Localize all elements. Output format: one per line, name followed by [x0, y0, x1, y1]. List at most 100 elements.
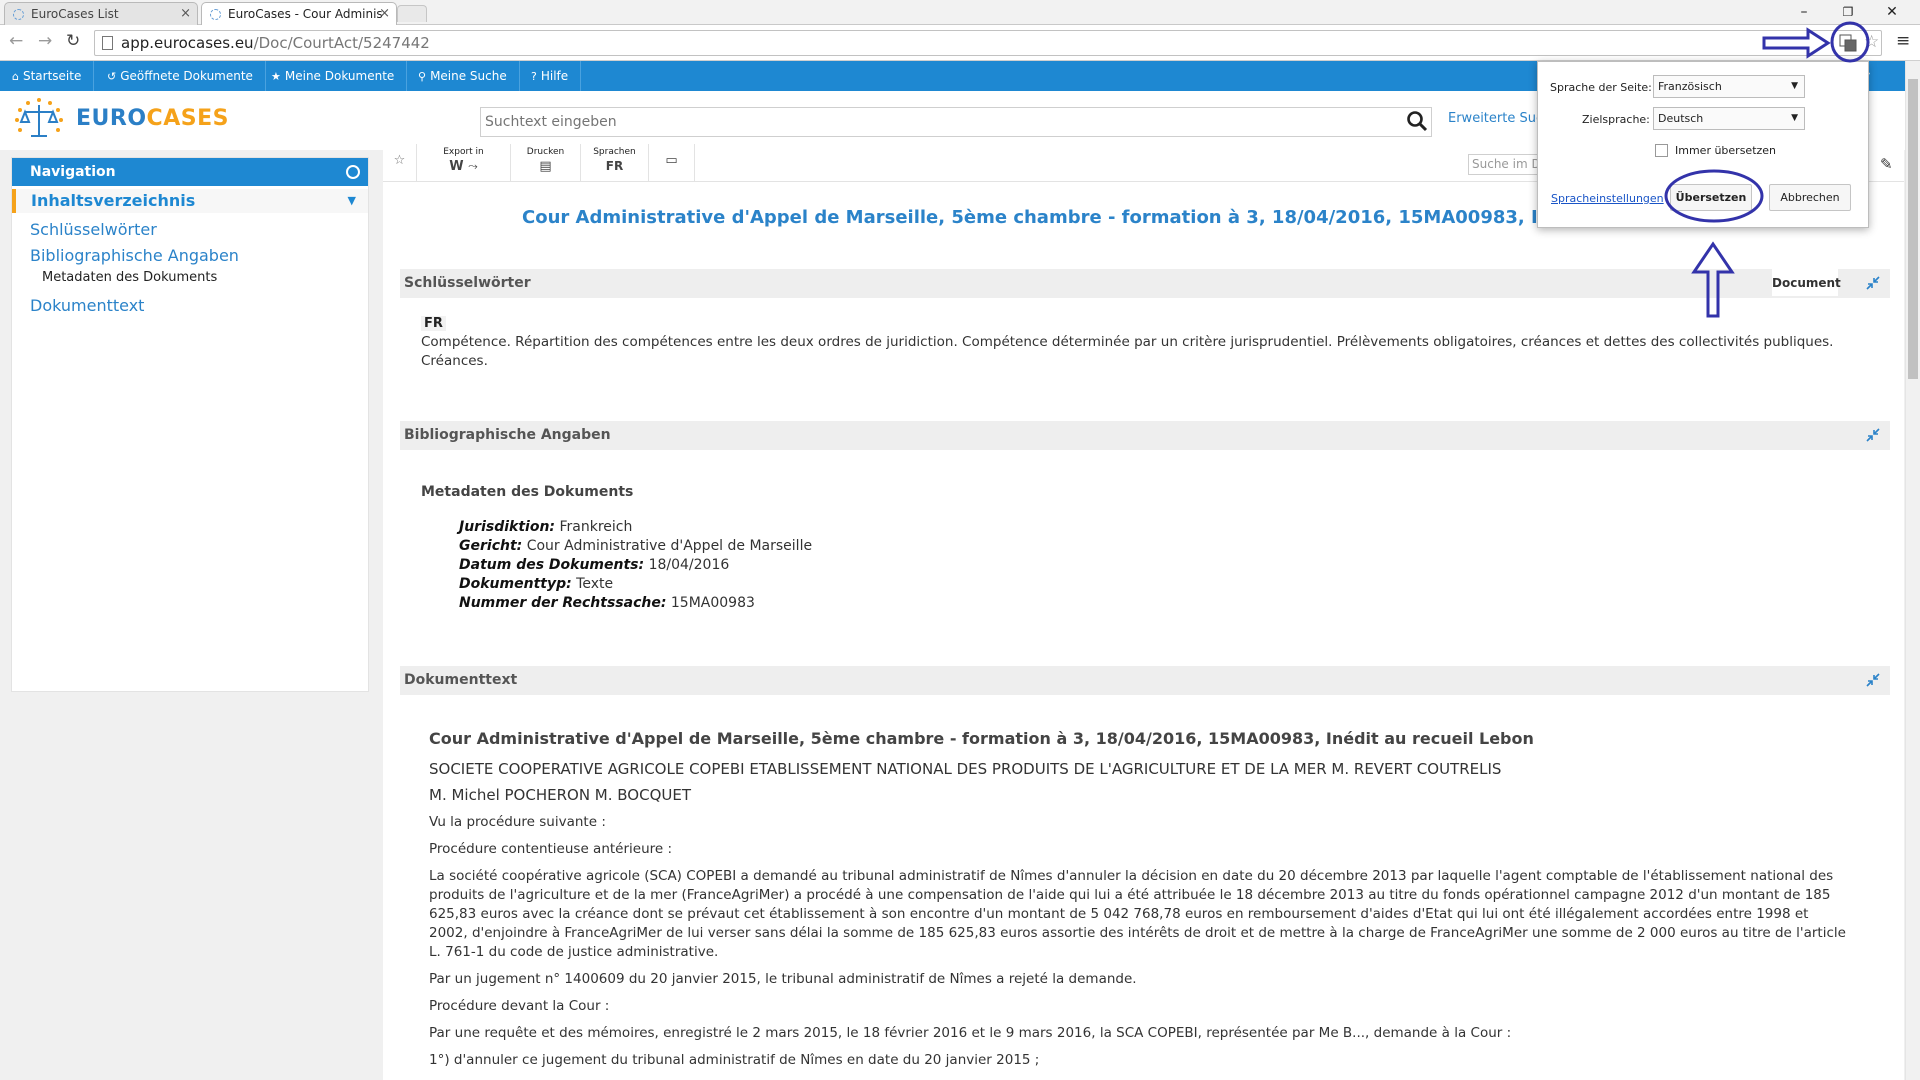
paragraph: Par un jugement n° 1400609 du 20 janvier… — [429, 971, 1137, 987]
languages-label: Sprachen — [593, 147, 636, 157]
reload-icon[interactable]: ↻ — [66, 31, 80, 51]
tab-title: EuroCases - Cour Adminis — [228, 7, 383, 21]
collapse-icon[interactable] — [1866, 428, 1880, 442]
translate-button[interactable]: Übersetzen — [1670, 184, 1752, 211]
keywords-body: FR Compétence. Répartition des compétenc… — [421, 316, 1901, 371]
favicon-icon — [13, 9, 24, 20]
tab-title: EuroCases List — [31, 7, 119, 21]
nav-open-documents[interactable]: ↺ Geöffnete Dokumente — [95, 61, 266, 91]
find-in-document-input[interactable]: Suche im Dokument — [1468, 154, 1540, 175]
translate-icon[interactable] — [1839, 34, 1857, 52]
meta-row-type: Dokumenttyp: Texte — [459, 576, 614, 592]
export-button[interactable]: Export in W ⤳ — [417, 144, 511, 182]
metadata-list: Jurisdiktion: Frankreich Gericht: Cour A… — [459, 518, 812, 613]
back-icon[interactable]: ← — [9, 31, 23, 51]
star-outline-icon: ☆ — [393, 153, 406, 168]
paragraph: 1°) d'annuler ce jugement du tribunal ad… — [429, 1052, 1040, 1068]
collapse-icon[interactable] — [1866, 276, 1880, 290]
nav-help[interactable]: ? Hilfe — [519, 61, 582, 91]
always-translate-label: Immer übersetzen — [1675, 144, 1777, 157]
scales-logo-icon — [15, 98, 63, 137]
minimize-icon[interactable]: – — [1784, 0, 1824, 24]
document-text-title: Cour Administrative d'Appel de Marseille… — [429, 729, 1534, 748]
scrollbar-thumb[interactable] — [1908, 79, 1918, 379]
nav-home[interactable]: ⌂ Startseite — [0, 61, 95, 91]
table-of-contents-toggle[interactable]: Inhaltsverzeichnis ▼ — [12, 189, 368, 213]
page-icon — [102, 36, 113, 50]
forward-icon[interactable]: → — [38, 31, 52, 51]
document-parties: SOCIETE COOPERATIVE AGRICOLE COPEBI ETAB… — [429, 760, 1502, 778]
document-text-body: Cour Administrative d'Appel de Marseille… — [429, 727, 1869, 1070]
search-input[interactable] — [481, 108, 1431, 136]
print-label: Drucken — [526, 147, 565, 157]
print-button[interactable]: Drucken ▤ — [511, 144, 581, 182]
home-icon: ⌂ — [12, 70, 19, 83]
document-judges: M. Michel POCHERON M. BOCQUET — [429, 786, 692, 804]
paragraph: Par une requête et des mémoires, enregis… — [429, 1025, 1512, 1041]
meta-row-court: Gericht: Cour Administrative d'Appel de … — [459, 538, 813, 554]
section-header-bibliography: Bibliographische Angaben — [400, 421, 1890, 450]
sidebar-item-bibliography[interactable]: Bibliographische Angaben — [30, 246, 239, 265]
navigation-sidebar: Navigation Inhaltsverzeichnis ▼ Schlüsse… — [11, 157, 369, 692]
close-icon[interactable]: × — [180, 3, 191, 25]
window-close-icon[interactable]: ✕ — [1872, 0, 1912, 24]
sidebar-item-document-text[interactable]: Dokumenttext — [30, 296, 144, 315]
favicon-icon — [210, 9, 221, 20]
collapse-sidebar-icon[interactable] — [346, 165, 360, 179]
document-view-button[interactable]: ▭ — [649, 144, 695, 182]
nav-my-search[interactable]: ⚲ Meine Suche — [406, 61, 520, 91]
favorite-button[interactable]: ☆ — [383, 144, 417, 182]
url-bar[interactable]: app.eurocases.eu/Doc/CourtAct/5247442 — [94, 30, 1882, 56]
vertical-scrollbar[interactable] — [1905, 61, 1920, 1080]
dropdown-arrow-icon: ▼ — [1791, 113, 1798, 123]
eurocases-logo[interactable]: EUROCASES — [10, 96, 260, 142]
chevron-down-icon: ▼ — [347, 194, 356, 207]
metadata-heading: Metadaten des Dokuments — [421, 484, 634, 500]
bookmark-star-icon[interactable]: ☆ — [1864, 32, 1879, 52]
browser-tab-strip: EuroCases List × EuroCases - Cour Admini… — [0, 0, 1920, 25]
restore-icon[interactable]: ❐ — [1828, 0, 1868, 24]
search-icon[interactable] — [1406, 110, 1428, 132]
dropdown-arrow-icon: ▼ — [1791, 81, 1798, 91]
help-icon: ? — [531, 70, 537, 83]
keywords-text: Compétence. Répartition des compétences … — [421, 334, 1834, 369]
close-icon[interactable]: × — [379, 3, 390, 25]
paragraph: Vu la procédure suivante : — [429, 814, 606, 830]
meta-row-case-number: Nummer der Rechtssache: 15MA00983 — [459, 595, 755, 611]
document-icon: ▭ — [665, 153, 678, 168]
sidebar-item-metadata[interactable]: Metadaten des Dokuments — [42, 270, 217, 285]
source-language-select[interactable]: Französisch ▼ — [1653, 75, 1805, 98]
sidebar-item-keywords[interactable]: Schlüsselwörter — [30, 220, 157, 239]
section-header-document-text: Dokumenttext — [400, 666, 1890, 695]
printer-icon: ▤ — [539, 159, 552, 174]
meta-row-date: Datum des Dokuments: 18/04/2016 — [459, 557, 730, 573]
cancel-button[interactable]: Abbrechen — [1769, 184, 1851, 211]
search-box[interactable] — [480, 107, 1432, 137]
always-translate-checkbox[interactable] — [1655, 144, 1668, 157]
browser-tab-current[interactable]: EuroCases - Cour Adminis × — [201, 2, 397, 25]
menu-icon[interactable]: ≡ — [1896, 31, 1910, 51]
target-language-select[interactable]: Deutsch ▼ — [1653, 107, 1805, 130]
section-header-keywords: Schlüsselwörter Document — [400, 269, 1890, 298]
address-toolbar: ← → ↻ app.eurocases.eu/Doc/CourtAct/5247… — [0, 25, 1920, 61]
new-tab-button[interactable] — [397, 5, 427, 22]
target-language-label: Zielsprache: — [1582, 113, 1650, 126]
document-panel: ☆ Export in W ⤳ Drucken ▤ Sprachen FR ▭ … — [383, 144, 1904, 1080]
source-language-label: Sprache der Seite: — [1550, 81, 1652, 94]
language-settings-link[interactable]: Spracheinstellungen — [1551, 192, 1664, 205]
browser-tab-eurocases-list[interactable]: EuroCases List × — [4, 2, 198, 25]
sidebar-header: Navigation — [12, 158, 368, 186]
languages-button[interactable]: Sprachen FR — [581, 144, 649, 182]
word-export-icon: W ⤳ — [449, 159, 478, 174]
collapse-icon[interactable] — [1866, 673, 1880, 687]
export-label: Export in — [443, 147, 484, 157]
paragraph: Procédure contentieuse antérieure : — [429, 841, 673, 857]
paragraph: La société coopérative agricole (SCA) CO… — [429, 868, 1846, 960]
language-value: FR — [605, 159, 624, 173]
nav-my-documents[interactable]: ★ Meine Dokumente — [259, 61, 408, 91]
paragraph: Procédure devant la Cour : — [429, 998, 610, 1014]
history-icon: ↺ — [107, 70, 117, 83]
edit-pencil-icon[interactable]: ✎ — [1880, 155, 1893, 173]
document-tab[interactable]: Document — [1772, 269, 1841, 296]
search-icon: ⚲ — [418, 70, 427, 83]
